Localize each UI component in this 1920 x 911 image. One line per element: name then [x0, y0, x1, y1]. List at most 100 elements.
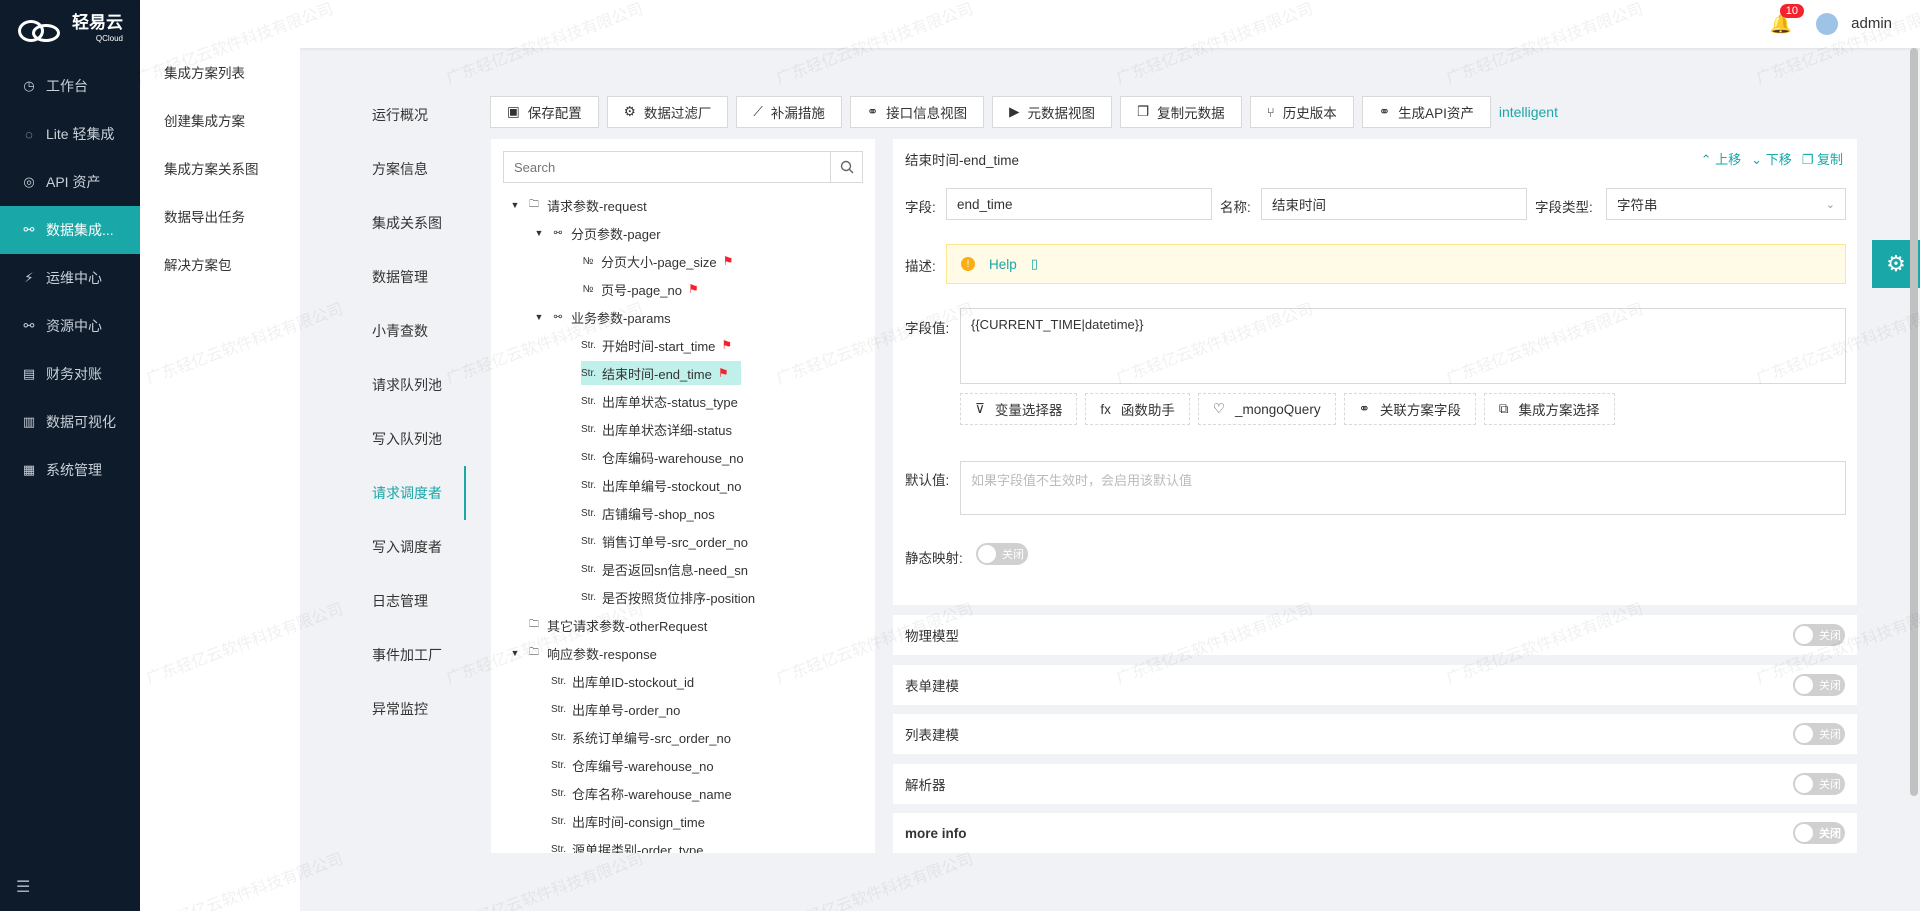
search-icon[interactable]: [830, 152, 862, 182]
toolbar-button[interactable]: ⚭ 接口信息视图: [849, 96, 985, 128]
section-switch[interactable]: 关闭: [1793, 723, 1845, 745]
nav-item-0[interactable]: ◷ 工作台: [0, 62, 140, 110]
tree-node[interactable]: Str. 是否返回sn信息-need_sn: [491, 555, 875, 583]
nav-item-8[interactable]: ▦ 系统管理: [0, 446, 140, 494]
tab[interactable]: 集成关系图: [356, 196, 466, 250]
collapse-menu-icon[interactable]: ☰: [16, 877, 30, 897]
tab[interactable]: 小青查数: [356, 304, 466, 358]
helper-button[interactable]: ⚭ 关联方案字段: [1343, 393, 1476, 425]
tab[interactable]: 请求调度者: [356, 466, 466, 520]
tree-node[interactable]: Str. 出库单状态-status_type: [491, 387, 875, 415]
tree-node-label-wrap: Str. 出库单状态详细-status: [581, 417, 744, 441]
tree-node[interactable]: Str. 结束时间-end_time ⚑: [491, 359, 875, 387]
copy-button[interactable]: ❐ 复制: [1802, 149, 1843, 168]
tree-node[interactable]: Str. 出库单状态详细-status: [491, 415, 875, 443]
tree-node[interactable]: Str. 是否按照货位排序-position: [491, 583, 875, 611]
help-box[interactable]: ! Help ▯: [946, 244, 1846, 284]
collapse-section[interactable]: 表单建模 关闭: [893, 664, 1857, 705]
helper-button[interactable]: ♡ _mongoQuery: [1197, 393, 1336, 425]
tree-node[interactable]: Str. 出库单编号-stockout_no: [491, 471, 875, 499]
tree-node[interactable]: № 分页大小-page_size ⚑: [491, 247, 875, 275]
field-input[interactable]: end_time: [946, 188, 1212, 220]
static-map-label: 静态映射:: [905, 551, 963, 566]
search-input[interactable]: [504, 152, 830, 182]
nav-item-6[interactable]: ▤ 财务对账: [0, 350, 140, 398]
section-switch[interactable]: 关闭: [1793, 673, 1845, 696]
tree-node[interactable]: ▼ ⚯ 分页参数-pager: [491, 219, 875, 247]
tree-node[interactable]: ▼ 🗀 响应参数-response: [491, 639, 875, 667]
collapse-section[interactable]: 列表建模 关闭: [893, 714, 1857, 754]
nav-item-2[interactable]: ◎ API 资产: [0, 158, 140, 206]
toolbar-button[interactable]: ⟋ 补漏措施: [736, 96, 842, 128]
intelligent-link[interactable]: intelligent: [1499, 104, 1558, 120]
nav-item-1[interactable]: ◌ Lite 轻集成: [0, 110, 140, 158]
toolbar-button[interactable]: ⚭ 生成API资产: [1361, 96, 1491, 128]
tree-node[interactable]: Str. 出库时间-consign_time: [491, 807, 875, 835]
tree-node[interactable]: Str. 出库单号-order_no: [491, 695, 875, 723]
collapse-section[interactable]: more info 关闭: [893, 813, 1857, 853]
nav-item-4[interactable]: ⚡ 运维中心: [0, 254, 140, 302]
nav-item-5[interactable]: ⚯ 资源中心: [0, 302, 140, 350]
nav-item-3[interactable]: ⚯ 数据集成...: [0, 206, 140, 254]
subnav-item[interactable]: 创建集成方案: [140, 96, 300, 144]
expand-arrow-icon[interactable]: ▼: [509, 648, 521, 658]
static-map-switch[interactable]: 关闭: [976, 543, 1028, 565]
tab[interactable]: 方案信息: [356, 142, 466, 196]
field-label: 字段:: [905, 200, 936, 215]
tree-node[interactable]: Str. 源单据类别-order_type: [491, 835, 875, 854]
helper-button[interactable]: ⧉ 集成方案选择: [1483, 393, 1615, 425]
tree-node[interactable]: Str. 仓库编号-warehouse_no: [491, 751, 875, 779]
toolbar-button[interactable]: ⑂ 历史版本: [1249, 96, 1354, 128]
scrollbar[interactable]: [1910, 48, 1918, 796]
tree-node[interactable]: Str. 仓库名称-warehouse_name: [491, 779, 875, 807]
tab[interactable]: 异常监控: [356, 682, 466, 736]
move-up-button[interactable]: ⌃ 上移: [1701, 149, 1742, 168]
tree-node-label-wrap: Str. 出库单编号-stockout_no: [581, 473, 753, 497]
tree-node[interactable]: № 页号-page_no ⚑: [491, 275, 875, 303]
tab[interactable]: 运行概况: [356, 88, 466, 142]
collapse-section[interactable]: 物理模型 关闭: [893, 615, 1857, 655]
toolbar-button[interactable]: ❐ 复制元数据: [1120, 96, 1242, 128]
subnav-item[interactable]: 解决方案包: [140, 240, 300, 288]
subnav-item[interactable]: 集成方案列表: [140, 48, 300, 96]
expand-arrow-icon[interactable]: ▼: [533, 312, 545, 322]
avatar[interactable]: [1816, 13, 1838, 35]
move-down-button[interactable]: ⌄ 下移: [1751, 149, 1792, 168]
tree-node[interactable]: 🗀 其它请求参数-otherRequest: [491, 611, 875, 639]
toolbar-button[interactable]: ▣ 保存配置: [490, 96, 599, 128]
expand-arrow-icon[interactable]: ▼: [509, 200, 521, 210]
section-switch[interactable]: 关闭: [1793, 822, 1845, 844]
tree-node[interactable]: ▼ ⚯ 业务参数-params: [491, 303, 875, 331]
name-input[interactable]: 结束时间: [1261, 188, 1527, 220]
tree-node[interactable]: Str. 系统订单编号-src_order_no: [491, 723, 875, 751]
user-name[interactable]: admin: [1851, 15, 1892, 32]
expand-arrow-icon[interactable]: ▼: [533, 228, 545, 238]
node-type-icon: Str.: [551, 731, 567, 743]
tab[interactable]: 写入队列池: [356, 412, 466, 466]
tab[interactable]: 数据管理: [356, 250, 466, 304]
toolbar-button[interactable]: ▶ 元数据视图: [992, 96, 1113, 128]
type-select[interactable]: 字符串 ⌄: [1606, 188, 1846, 220]
help-link[interactable]: Help: [989, 257, 1017, 272]
value-textarea[interactable]: {{CURRENT_TIME|datetime}}: [960, 308, 1846, 384]
helper-button[interactable]: ⊽ 变量选择器: [960, 393, 1078, 425]
toolbar-button[interactable]: ⚙ 数据过滤厂: [606, 96, 729, 128]
tree-node[interactable]: Str. 仓库编码-warehouse_no: [491, 443, 875, 471]
tree-node[interactable]: ▼ 🗀 请求参数-request: [491, 191, 875, 219]
tab[interactable]: 事件加工厂: [356, 628, 466, 682]
tree-node[interactable]: Str. 出库单ID-stockout_id: [491, 667, 875, 695]
tab[interactable]: 日志管理: [356, 574, 466, 628]
tree-node[interactable]: Str. 开始时间-start_time ⚑: [491, 331, 875, 359]
section-switch[interactable]: 关闭: [1793, 624, 1845, 646]
default-textarea[interactable]: 如果字段值不生效时，会启用该默认值: [960, 461, 1846, 515]
section-switch[interactable]: 关闭: [1793, 772, 1845, 795]
helper-button[interactable]: fx 函数助手: [1085, 393, 1190, 425]
collapse-section[interactable]: 解析器 关闭: [893, 763, 1857, 804]
tab[interactable]: 请求队列池: [356, 358, 466, 412]
subnav-item[interactable]: 数据导出任务: [140, 192, 300, 240]
tree-node[interactable]: Str. 店铺编号-shop_nos: [491, 499, 875, 527]
tab[interactable]: 写入调度者: [356, 520, 466, 574]
subnav-item[interactable]: 集成方案关系图: [140, 144, 300, 192]
tree-node[interactable]: Str. 销售订单号-src_order_no: [491, 527, 875, 555]
nav-item-7[interactable]: ▥ 数据可视化: [0, 398, 140, 446]
